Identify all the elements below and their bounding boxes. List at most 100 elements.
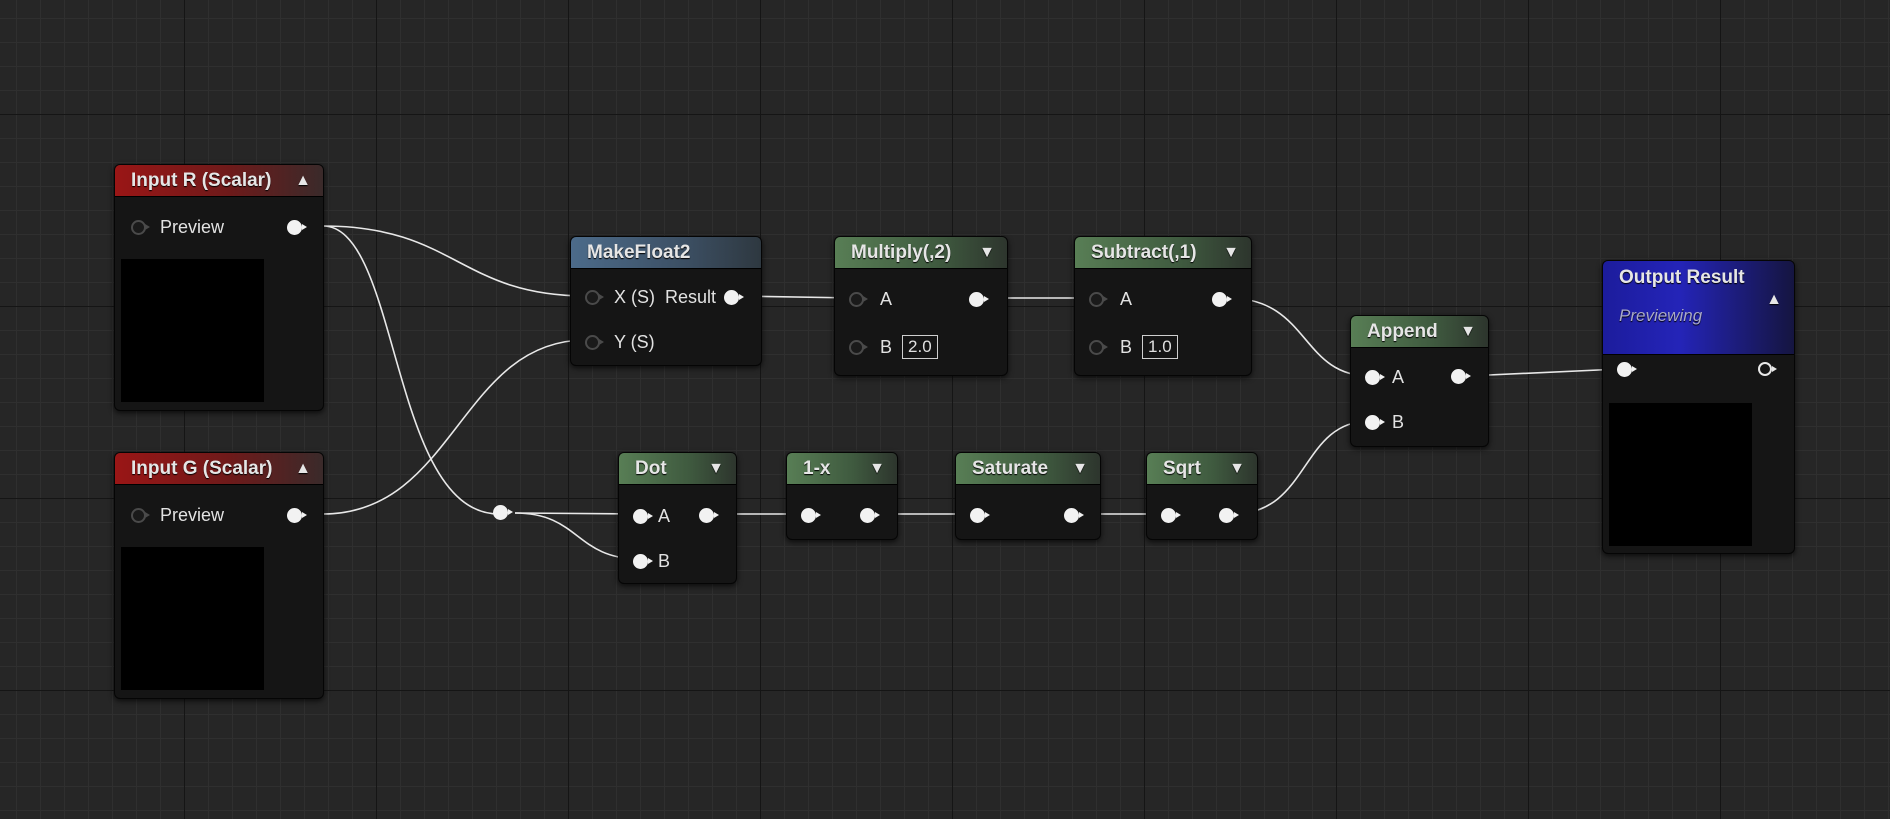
input-pin-a[interactable] [849,292,868,307]
chevron-down-icon[interactable]: ▼ [869,460,885,478]
node-subtitle: Previewing [1619,306,1703,325]
output-pin[interactable] [969,292,989,307]
input-pin[interactable] [801,508,821,523]
node-append[interactable]: Append ▼ A B [1350,315,1489,447]
node-header[interactable]: Sqrt ▼ [1147,453,1257,485]
wire-inputg-to-makefloat2-y [322,339,587,515]
pin-label-result: Result [665,287,717,307]
node-dot[interactable]: Dot ▼ A B [618,452,737,584]
node-header[interactable]: Subtract(,1) ▼ [1075,237,1251,269]
pin-row-y: Y (S) [585,332,655,353]
output-pin[interactable] [287,220,307,235]
chevron-up-icon[interactable]: ▲ [295,460,311,478]
chevron-up-icon[interactable]: ▲ [295,172,311,190]
chevron-down-icon[interactable]: ▼ [1072,460,1088,478]
output-pin[interactable] [860,508,880,523]
pin-row-b: B [1365,412,1404,433]
pin-label-x: X (S) [614,287,656,307]
input-pin-b[interactable] [1089,339,1108,355]
chevron-down-icon[interactable]: ▼ [979,244,995,262]
input-pin-b[interactable] [633,554,653,569]
wire-inputr-to-reroute [322,225,500,515]
input-pin-y[interactable] [585,335,604,350]
output-pin[interactable] [1219,508,1239,523]
node-header[interactable]: MakeFloat2 [571,237,761,269]
node-title: MakeFloat2 [587,241,691,263]
input-pin-x[interactable] [585,290,604,305]
pin-row-a: A [1089,289,1132,310]
input-pin-b[interactable] [849,339,868,355]
output-pin[interactable] [1212,292,1232,307]
reroute-node[interactable] [493,505,513,520]
pin-label-y: Y (S) [614,332,655,352]
pin-row-a: A [1365,367,1404,388]
pin-row-x: X (S) [585,287,655,308]
node-one-minus[interactable]: 1-x ▼ [786,452,898,540]
pin-label-a: A [658,506,671,526]
output-pin[interactable] [1451,369,1471,384]
constant-value-b[interactable]: 2.0 [902,335,938,359]
preview-label: Preview [160,217,225,237]
pin-label-b: B [1120,336,1133,357]
node-output-result[interactable]: Output Result Previewing ▲ [1602,260,1795,554]
preview-thumbnail [121,259,264,402]
pin-label-b: B [880,336,893,357]
node-header[interactable]: Saturate ▼ [956,453,1100,485]
node-header[interactable]: 1-x ▼ [787,453,897,485]
input-pin-a[interactable] [1089,292,1108,307]
chevron-up-icon[interactable]: ▲ [1766,291,1782,309]
pin-row-a: A [633,506,670,527]
input-pin-b[interactable] [1365,415,1385,430]
node-makefloat2[interactable]: MakeFloat2 X (S) Result Y (S) [570,236,762,366]
preview-row: Preview [131,505,224,526]
node-title: Saturate [972,457,1049,479]
node-sqrt[interactable]: Sqrt ▼ [1146,452,1258,540]
node-subtract[interactable]: Subtract(,1) ▼ A B 1.0 [1074,236,1252,376]
pin-row-b: B 1.0 [1089,335,1178,359]
chevron-down-icon[interactable]: ▼ [1460,323,1476,341]
node-title: Append [1367,320,1438,342]
node-input-r[interactable]: Input R (Scalar) ▲ Preview [114,164,324,411]
input-pin[interactable] [1161,508,1181,523]
pin-label-b: B [1392,412,1405,432]
node-title: Multiply(,2) [851,241,952,263]
chevron-down-icon[interactable]: ▼ [1223,244,1239,262]
output-pin[interactable] [287,508,307,523]
node-title: Subtract(,1) [1091,241,1197,263]
node-title: Input R (Scalar) [131,169,272,191]
chevron-down-icon[interactable]: ▼ [708,460,724,478]
node-header[interactable]: Dot ▼ [619,453,736,485]
pin-row-b: B [633,551,670,572]
input-pin[interactable] [1617,362,1637,377]
output-pin[interactable] [1758,362,1777,376]
node-header[interactable]: Input R (Scalar) ▲ [115,165,323,197]
node-multiply[interactable]: Multiply(,2) ▼ A B 2.0 [834,236,1008,376]
input-pin-a[interactable] [1365,370,1385,385]
wire-inputr-to-makefloat2-x [322,225,587,297]
preview-thumbnail [121,547,264,690]
preview-row: Preview [131,217,224,238]
pin-row-result: Result [665,287,745,308]
constant-value-b[interactable]: 1.0 [1142,335,1178,359]
pin-label-b: B [658,551,671,571]
node-title: Input G (Scalar) [131,457,273,479]
node-header[interactable]: Output Result Previewing ▲ [1603,261,1794,355]
node-header[interactable]: Input G (Scalar) ▲ [115,453,323,485]
node-title: Sqrt [1163,457,1201,479]
input-pin[interactable] [131,220,150,235]
input-pin[interactable] [970,508,990,523]
node-header[interactable]: Append ▼ [1351,316,1488,348]
node-header[interactable]: Multiply(,2) ▼ [835,237,1007,269]
output-pin-result[interactable] [724,290,745,305]
pin-label-a: A [1120,289,1133,309]
output-pin[interactable] [699,508,719,523]
wire-append-to-output [1466,368,1621,377]
pin-label-a: A [880,289,893,309]
node-input-g[interactable]: Input G (Scalar) ▲ Preview [114,452,324,699]
input-pin-a[interactable] [633,509,653,524]
chevron-down-icon[interactable]: ▼ [1229,460,1245,478]
output-pin[interactable] [1064,508,1084,523]
node-saturate[interactable]: Saturate ▼ [955,452,1101,540]
input-pin[interactable] [131,508,150,523]
pin-label-a: A [1392,367,1405,387]
